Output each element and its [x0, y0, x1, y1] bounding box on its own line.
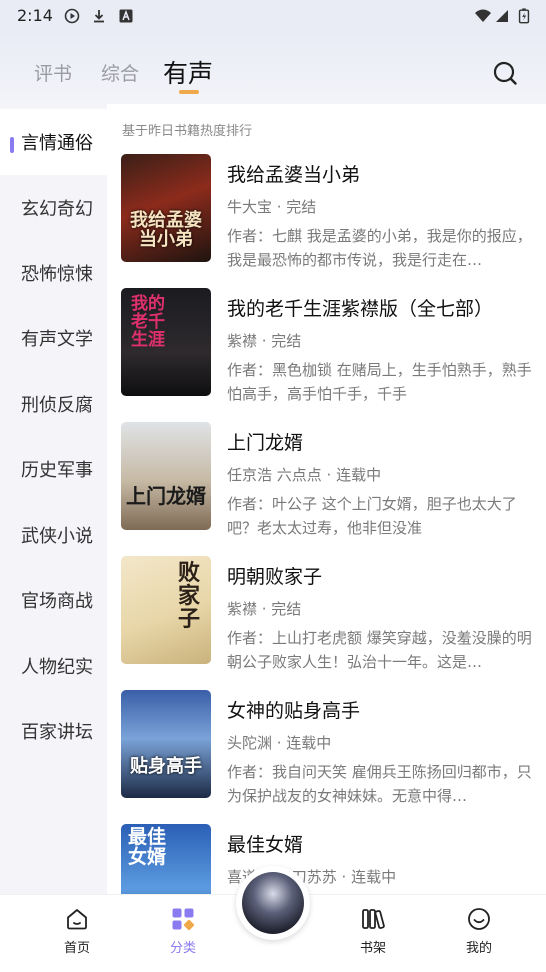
sidebar-item-wuxia[interactable]: 武侠小说	[0, 502, 107, 568]
sidebar-item-lishi[interactable]: 历史军事	[0, 436, 107, 502]
book-title: 女神的贴身高手	[227, 700, 361, 722]
book-item[interactable]: 最佳女婿 最佳女婿 喜道… 一刀苏苏 · 连载中	[121, 824, 536, 894]
sidebar-item-wenxue[interactable]: 有声文学	[0, 305, 107, 371]
font-a-icon	[119, 9, 133, 23]
tab-zonghe[interactable]: 综合	[101, 59, 139, 86]
book-title: 最佳女婿	[227, 834, 304, 856]
sidebar-item-label: 刑侦反腐	[21, 395, 93, 416]
book-meta: 紫襟 · 完结	[227, 332, 302, 350]
nav-profile[interactable]: 我的	[444, 895, 514, 972]
book-title: 明朝败家子	[227, 566, 323, 588]
nav-label: 书架	[359, 941, 386, 956]
status-bar: 2:14	[0, 0, 546, 32]
nav-label: 我的	[465, 941, 492, 956]
book-item[interactable]: 我的老千生涯 我的老千生涯紫襟版（全七部） 紫襟 · 完结 作者：黑色枷锁 在赌…	[121, 288, 536, 403]
cover-title: 最佳女婿	[127, 826, 166, 868]
book-cover: 贴身高手	[121, 690, 211, 798]
signal-icon	[496, 10, 508, 22]
now-playing-cover	[242, 872, 304, 934]
book-title: 我的老千生涯紫襟版（全七部）	[227, 298, 494, 320]
sidebar-item-yanqing[interactable]: 言情通俗	[0, 109, 107, 175]
sidebar-item-label: 人物纪实	[21, 657, 93, 678]
book-meta: 头陀渊 · 连载中	[227, 734, 332, 752]
ranking-caption: 基于昨日书籍热度排行	[122, 124, 253, 139]
book-description: 作者：叶公子 这个上门女婿，胆子也太大了吧？老太太过寿，他非但没准	[227, 495, 517, 537]
play-circle-icon	[64, 8, 80, 24]
book-cover: 上门龙婿	[121, 422, 211, 530]
book-item[interactable]: 我给孟婆当小弟 我给孟婆当小弟 牛大宝 · 完结 作者：七麒 我是孟婆的小弟，我…	[121, 154, 536, 269]
sidebar-item-guanchang[interactable]: 官场商战	[0, 567, 107, 633]
sidebar-item-label: 言情通俗	[21, 133, 93, 154]
book-meta: 紫襟 · 完结	[227, 600, 302, 618]
nav-label: 首页	[63, 941, 90, 956]
bookshelf-icon	[362, 909, 385, 929]
sidebar-item-kongbu[interactable]: 恐怖惊悚	[0, 240, 107, 306]
now-playing-disc-icon[interactable]	[236, 866, 310, 940]
book-description: 作者：七麒 我是孟婆的小弟，我是你的报应，我是最恐怖的都市传说，我是行走在…	[227, 227, 532, 269]
cover-title: 上门龙婿	[126, 484, 206, 508]
book-cover: 我的老千生涯	[121, 288, 211, 396]
sidebar-item-label: 历史军事	[21, 460, 93, 481]
sidebar-item-baijia[interactable]: 百家讲坛	[0, 698, 107, 764]
book-item[interactable]: 败家子 明朝败家子 紫襟 · 完结 作者：上山打老虎额 爆笑穿越，没羞没臊的明朝…	[121, 556, 536, 671]
active-category-indicator	[10, 137, 14, 153]
cover-title: 败家子	[177, 560, 200, 633]
book-item[interactable]: 上门龙婿 上门龙婿 任京浩 六点点 · 连载中 作者：叶公子 这个上门女婿，胆子…	[121, 422, 536, 537]
book-cover: 我给孟婆当小弟	[121, 154, 211, 262]
book-description: 作者：上山打老虎额 爆笑穿越，没羞没臊的明朝公子败家人生！弘治十一年。这是…	[227, 629, 532, 671]
cover-title: 贴身高手	[130, 756, 202, 777]
search-icon[interactable]	[491, 59, 519, 87]
nav-home[interactable]: 首页	[42, 895, 112, 972]
sidebar-item-label: 百家讲坛	[21, 722, 93, 743]
sidebar-item-label: 有声文学	[21, 329, 93, 350]
sidebar-item-label: 恐怖惊悚	[21, 264, 93, 285]
book-title: 我给孟婆当小弟	[227, 164, 361, 186]
book-item[interactable]: 贴身高手 女神的贴身高手 头陀渊 · 连载中 作者：我自问天笑 雇佣兵王陈扬回归…	[121, 690, 536, 805]
book-title: 上门龙婿	[227, 432, 304, 454]
battery-icon	[518, 8, 530, 24]
tab-yousheng[interactable]: 有声	[163, 54, 213, 90]
nav-label: 分类	[169, 941, 196, 956]
download-icon	[94, 10, 104, 23]
wifi-icon	[475, 9, 491, 22]
status-time: 2:14	[17, 6, 53, 25]
book-cover: 败家子	[121, 556, 211, 664]
book-description: 作者：黑色枷锁 在赌局上，生手怕熟手，熟手怕高手，高手怕千手，千手	[227, 361, 532, 403]
tab-pingshu[interactable]: 评书	[34, 59, 72, 86]
book-ranking-list: 基于昨日书籍热度排行 我给孟婆当小弟 我给孟婆当小弟 牛大宝 · 完结 作者：七…	[107, 104, 546, 894]
cover-title: 我的老千生涯	[131, 294, 165, 350]
cover-title: 我给孟婆当小弟	[130, 210, 202, 250]
category-grid-icon	[172, 908, 195, 931]
category-sidebar: 言情通俗 玄幻奇幻 恐怖惊悚 有声文学 刑侦反腐 历史军事 武侠小说 官场商战 …	[0, 104, 107, 894]
sidebar-item-renwu[interactable]: 人物纪实	[0, 633, 107, 699]
nav-bookshelf[interactable]: 书架	[338, 895, 408, 972]
profile-smile-icon	[468, 908, 490, 930]
book-description: 作者：我自问天笑 雇佣兵王陈扬回归都市，只为保护战友的女神妹妹。无意中得…	[227, 763, 532, 805]
nav-category[interactable]: 分类	[148, 895, 218, 972]
sidebar-item-label: 武侠小说	[21, 526, 93, 547]
sidebar-item-label: 官场商战	[21, 591, 93, 612]
book-meta: 任京浩 六点点 · 连载中	[227, 466, 382, 484]
sidebar-item-xuanhuan[interactable]: 玄幻奇幻	[0, 175, 107, 241]
top-header: 评书 综合 有声	[0, 32, 546, 104]
book-meta: 牛大宝 · 完结	[227, 198, 317, 216]
sidebar-item-xingzhen[interactable]: 刑侦反腐	[0, 371, 107, 437]
active-tab-indicator	[179, 90, 199, 94]
home-icon	[67, 909, 87, 930]
book-cover: 最佳女婿	[121, 824, 211, 894]
sidebar-item-label: 玄幻奇幻	[21, 199, 93, 220]
